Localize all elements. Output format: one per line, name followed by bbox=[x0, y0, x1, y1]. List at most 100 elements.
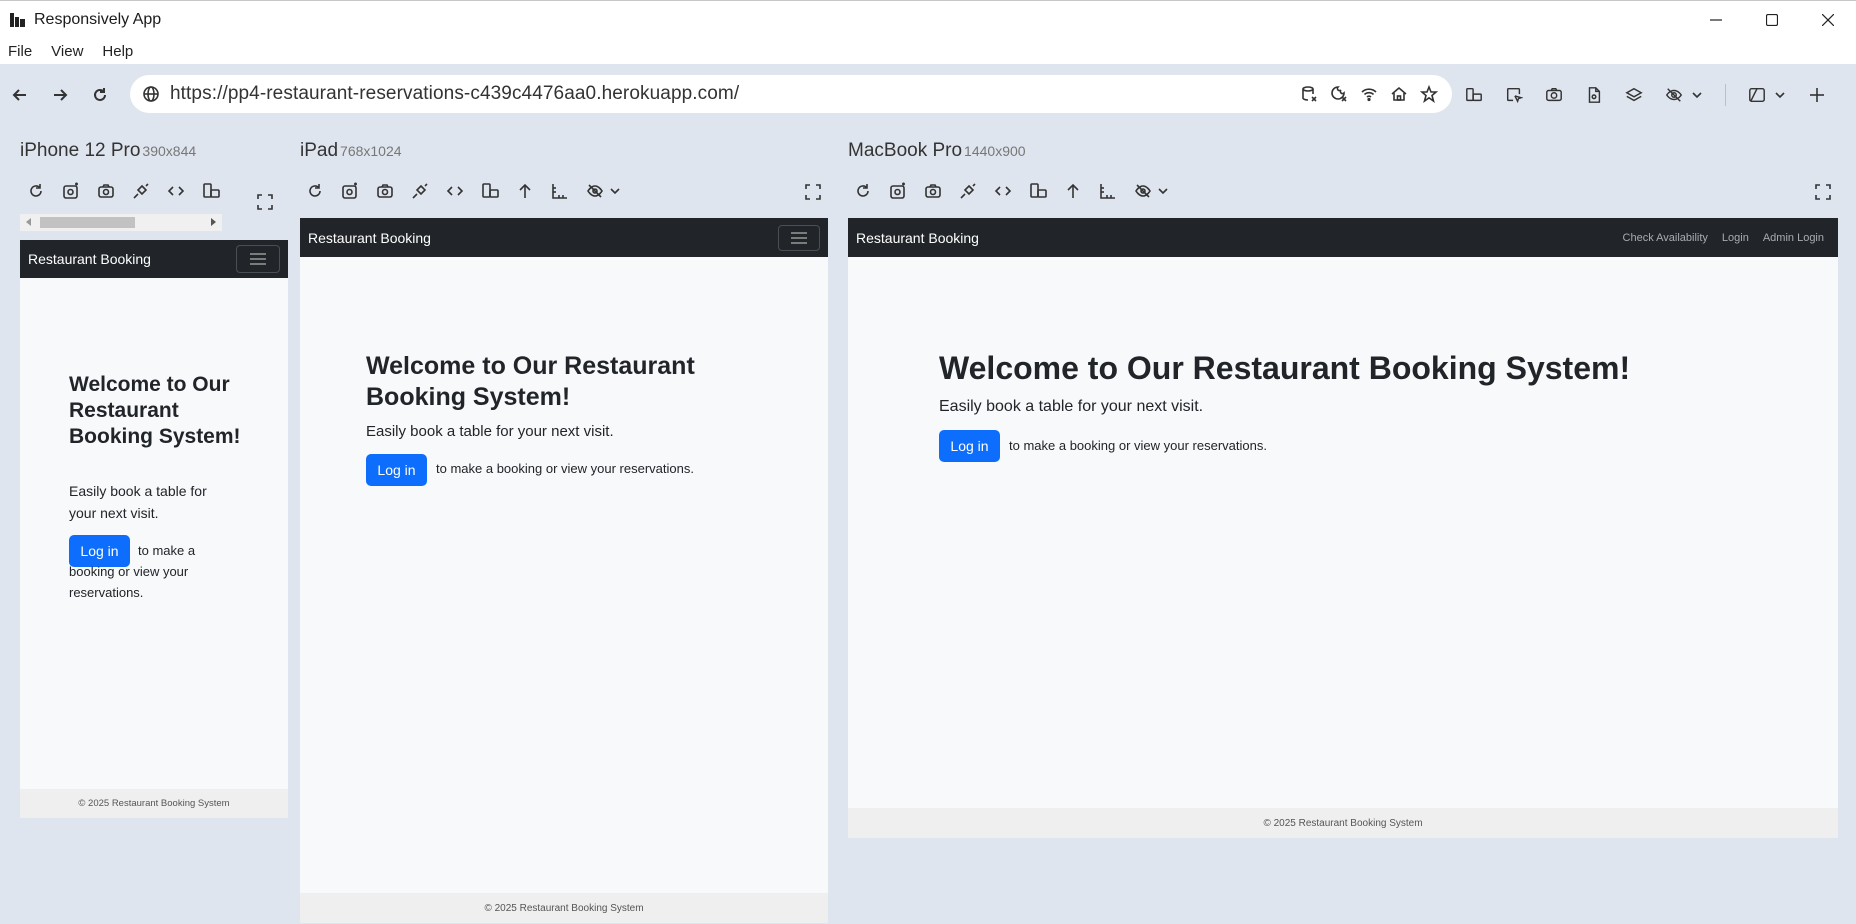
device-name: iPad bbox=[300, 140, 339, 161]
login-button[interactable]: Log in bbox=[366, 454, 427, 486]
reload-icon[interactable] bbox=[854, 182, 872, 200]
arrow-right-icon bbox=[54, 89, 68, 101]
close-icon bbox=[1822, 14, 1834, 26]
iphone-viewport: Restaurant Booking Welcome to Our Restau… bbox=[20, 240, 288, 818]
disconnect-icon[interactable] bbox=[959, 182, 977, 200]
reload-icon[interactable] bbox=[306, 182, 324, 200]
hamburger-icon bbox=[250, 253, 266, 265]
rotate-icon[interactable] bbox=[202, 182, 220, 200]
scroll-up-icon[interactable] bbox=[1064, 182, 1082, 200]
dropdown-icon[interactable] bbox=[1158, 182, 1168, 200]
hero-login-text: to make a booking or view your reservati… bbox=[436, 461, 694, 476]
devtools-icon[interactable] bbox=[446, 182, 464, 200]
network-icon[interactable] bbox=[1360, 85, 1378, 103]
reload-icon[interactable] bbox=[27, 182, 45, 200]
hero-subtitle: Easily book a table for your next visit. bbox=[939, 398, 1204, 415]
url-text[interactable]: https://pp4-restaurant-reservations-c439… bbox=[170, 83, 739, 105]
nav-link-check-availability[interactable]: Check Availability bbox=[1623, 232, 1708, 244]
dropdown-icon[interactable] bbox=[610, 182, 620, 200]
layers-icon[interactable] bbox=[1625, 86, 1643, 104]
hide-icon[interactable] bbox=[1665, 86, 1683, 104]
screenshot-icon[interactable] bbox=[376, 182, 394, 200]
screenshot-icon[interactable] bbox=[97, 182, 115, 200]
globe-icon bbox=[142, 85, 160, 103]
screenshot-full-icon[interactable] bbox=[62, 182, 80, 200]
inspect-icon[interactable] bbox=[1505, 86, 1523, 104]
back-button[interactable] bbox=[0, 75, 40, 115]
star-icon[interactable] bbox=[1420, 85, 1438, 103]
fullscreen-icon[interactable] bbox=[804, 183, 822, 201]
device-toolbar-macbook bbox=[854, 178, 1185, 204]
device-name: iPhone 12 Pro bbox=[20, 140, 141, 161]
ruler-icon[interactable] bbox=[1099, 182, 1117, 200]
site-navbar: Restaurant Booking bbox=[300, 218, 828, 257]
hero-login-text: to make a booking or view your reservati… bbox=[1009, 438, 1267, 453]
minimize-button[interactable] bbox=[1688, 1, 1744, 39]
rotate-devices-icon[interactable] bbox=[1465, 86, 1483, 104]
screenshot-icon[interactable] bbox=[1545, 86, 1563, 104]
maximize-button[interactable] bbox=[1744, 1, 1800, 39]
home-icon[interactable] bbox=[1390, 85, 1408, 103]
devtools-icon[interactable] bbox=[994, 182, 1012, 200]
ipad-viewport: Restaurant Booking Welcome to Our Restau… bbox=[300, 218, 828, 923]
menu-view[interactable]: View bbox=[51, 43, 83, 60]
scroll-thumb[interactable] bbox=[40, 217, 135, 228]
menu-file[interactable]: File bbox=[8, 43, 32, 60]
hero-heading: Welcome to Our Restaurant Booking System… bbox=[69, 373, 241, 448]
device-title-iphone: iPhone 12 Pro 390x844 bbox=[20, 140, 196, 162]
horizontal-scrollbar[interactable] bbox=[20, 214, 222, 231]
menu-help[interactable]: Help bbox=[102, 43, 133, 60]
close-window-button[interactable] bbox=[1800, 1, 1856, 39]
site-nav-links: Check Availability Login Admin Login bbox=[1623, 218, 1824, 257]
fullscreen-icon[interactable] bbox=[1814, 183, 1832, 201]
arrow-left-icon bbox=[12, 89, 26, 101]
browser-toolbar: https://pp4-restaurant-reservations-c439… bbox=[0, 64, 1856, 126]
scroll-right-icon[interactable] bbox=[211, 218, 216, 226]
hero-login-text: to make a booking or view your reservati… bbox=[69, 543, 196, 600]
forward-button[interactable] bbox=[40, 75, 80, 115]
hide-icon[interactable] bbox=[586, 182, 604, 200]
dropdown-icon[interactable] bbox=[1691, 86, 1703, 104]
site-footer: © 2025 Restaurant Booking System bbox=[300, 893, 828, 923]
navbar-toggler[interactable] bbox=[778, 225, 820, 251]
preview-layout-icon[interactable] bbox=[1748, 86, 1766, 104]
database-clear-icon[interactable] bbox=[1300, 85, 1318, 103]
site-brand[interactable]: Restaurant Booking bbox=[308, 230, 431, 246]
site-brand[interactable]: Restaurant Booking bbox=[856, 230, 979, 246]
hero-heading: Welcome to Our Restaurant Booking System… bbox=[939, 350, 1631, 386]
hide-icon[interactable] bbox=[1134, 182, 1152, 200]
title-bar: Responsively App bbox=[0, 0, 1856, 38]
app-title: Responsively App bbox=[34, 10, 162, 28]
cookie-clear-icon[interactable] bbox=[1330, 85, 1348, 103]
screenshot-full-icon[interactable] bbox=[889, 182, 907, 200]
reload-button[interactable] bbox=[80, 75, 120, 115]
address-bar[interactable]: https://pp4-restaurant-reservations-c439… bbox=[130, 75, 1452, 113]
screenshot-full-icon[interactable] bbox=[341, 182, 359, 200]
ruler-icon[interactable] bbox=[551, 182, 569, 200]
site-footer: © 2025 Restaurant Booking System bbox=[848, 808, 1838, 838]
site-footer: © 2025 Restaurant Booking System bbox=[20, 789, 288, 818]
scroll-left-icon[interactable] bbox=[26, 218, 31, 226]
device-title-ipad: iPad 768x1024 bbox=[300, 140, 402, 162]
reload-icon bbox=[94, 88, 106, 101]
layout-dropdown-icon[interactable] bbox=[1774, 86, 1786, 104]
disconnect-icon[interactable] bbox=[411, 182, 429, 200]
capture-all-icon[interactable] bbox=[1585, 86, 1603, 104]
site-brand[interactable]: Restaurant Booking bbox=[28, 251, 151, 267]
new-tab-icon[interactable] bbox=[1808, 86, 1826, 104]
fullscreen-icon[interactable] bbox=[256, 193, 274, 211]
scroll-up-icon[interactable] bbox=[516, 182, 534, 200]
nav-link-login[interactable]: Login bbox=[1722, 232, 1749, 244]
disconnect-icon[interactable] bbox=[132, 182, 150, 200]
devtools-icon[interactable] bbox=[167, 182, 185, 200]
login-button[interactable]: Log in bbox=[939, 430, 1000, 462]
screenshot-icon[interactable] bbox=[924, 182, 942, 200]
menu-bar: File View Help bbox=[0, 38, 1856, 64]
device-dims: 1440x900 bbox=[964, 143, 1026, 159]
rotate-icon[interactable] bbox=[481, 182, 499, 200]
nav-link-admin-login[interactable]: Admin Login bbox=[1763, 232, 1824, 244]
rotate-icon[interactable] bbox=[1029, 182, 1047, 200]
navbar-toggler[interactable] bbox=[236, 245, 280, 273]
maximize-icon bbox=[1766, 14, 1778, 26]
macbook-viewport: Restaurant Booking Check Availability Lo… bbox=[848, 218, 1838, 838]
